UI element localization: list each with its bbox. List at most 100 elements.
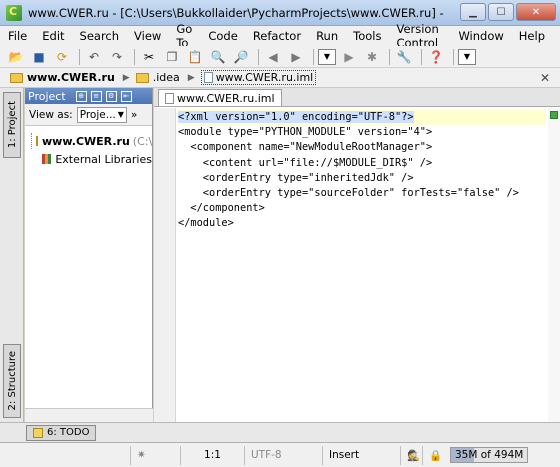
file-encoding[interactable]: UTF-8	[244, 445, 322, 465]
insert-mode[interactable]: Insert	[322, 445, 400, 465]
view-as-value: Proje...	[79, 108, 116, 121]
pycharm-app-icon	[6, 4, 22, 21]
run-config-dropdown[interactable]: ▼	[318, 48, 336, 65]
breadcrumb-project[interactable]: www.CWER.ru	[10, 71, 115, 84]
menu-refactor[interactable]: Refactor	[253, 29, 301, 43]
todo-icon	[33, 427, 43, 438]
breadcrumb-label: .idea	[152, 71, 180, 84]
tree-item-external-libraries[interactable]: External Libraries	[31, 150, 152, 168]
folder-icon	[135, 72, 149, 83]
sync-icon[interactable]: ⟳	[52, 48, 72, 66]
editor-tab-iml[interactable]: www.CWER.ru.iml	[158, 89, 282, 106]
no-errors-indicator[interactable]	[550, 111, 558, 119]
file-icon	[203, 72, 213, 83]
code-line: <content url="file://$MODULE_DIR$" />	[178, 156, 433, 169]
tree-item-label: www.CWER.ru	[42, 134, 130, 148]
memory-indicator[interactable]: 35M of 494M	[444, 446, 529, 465]
project-tree: www.CWER.ru (C:\ External Libraries	[25, 126, 152, 168]
folder-icon	[36, 136, 38, 146]
back-icon[interactable]: ◀	[263, 48, 283, 66]
chevron-right-icon: ▶	[187, 72, 195, 83]
save-icon[interactable]: ■	[29, 48, 49, 66]
tab-label: 2: Structure	[6, 351, 18, 411]
tab-structure[interactable]: 2: Structure	[3, 344, 21, 418]
menu-window[interactable]: Window	[458, 29, 503, 43]
menu-tools[interactable]: Tools	[353, 29, 381, 43]
breadcrumb-file[interactable]: www.CWER.ru.iml	[200, 70, 317, 85]
forward-icon[interactable]: ▶	[286, 48, 306, 66]
tree-item-project-root[interactable]: www.CWER.ru (C:\	[31, 132, 152, 150]
breadcrumb-idea[interactable]: .idea	[135, 71, 180, 84]
breadcrumb-label: www.CWER.ru	[27, 71, 115, 84]
settings-icon[interactable]: 🔧	[394, 48, 414, 66]
window-title: www.CWER.ru - [C:\Users\Bukkollaider\Pyc…	[28, 5, 448, 20]
tab-todo[interactable]: 6: TODO	[26, 424, 97, 441]
minimize-button[interactable]: ▁	[460, 3, 486, 21]
help-icon[interactable]: ❓	[426, 48, 446, 66]
view-as-select[interactable]: Proje... ▼	[76, 106, 127, 123]
navigation-bar: www.CWER.ru ▶ .idea ▶ www.CWER.ru.iml ✕	[0, 68, 560, 88]
close-button[interactable]: ✕	[516, 3, 556, 21]
bottom-tool-strip: 6: TODO	[0, 422, 560, 442]
caret-position[interactable]: 1:1	[180, 445, 244, 465]
memory-usage[interactable]: 35M of 494M	[450, 447, 529, 463]
menu-edit[interactable]: Edit	[42, 29, 64, 43]
cut-icon[interactable]: ✂	[139, 48, 159, 66]
background-tasks-icon[interactable]: ✷	[130, 445, 180, 465]
tab-project[interactable]: 1: Project	[3, 92, 21, 158]
menu-run[interactable]: Run	[316, 29, 338, 43]
toolbar-separator	[313, 48, 314, 65]
code-area[interactable]: <?xml version="1.0" encoding="UTF-8"?> <…	[178, 110, 546, 232]
breadcrumb-label: www.CWER.ru.iml	[215, 71, 314, 84]
copy-icon[interactable]: ❐	[162, 48, 182, 66]
status-bar: ✷ 1:1 UTF-8 Insert 🕵 🔒 35M of 494M	[0, 442, 560, 467]
editor-gutter[interactable]	[154, 108, 176, 422]
menu-code[interactable]: Code	[208, 29, 237, 43]
debug-icon[interactable]: ✱	[362, 48, 382, 66]
settings-panel-icon[interactable]: ⚙	[105, 90, 117, 102]
run-icon[interactable]: ▶	[339, 48, 359, 66]
undo-icon[interactable]: ↶	[84, 48, 104, 66]
code-line: <orderEntry type="sourceFolder" forTests…	[178, 186, 519, 199]
paste-icon[interactable]: 📋	[185, 48, 205, 66]
tab-label: 1: Project	[6, 101, 18, 149]
lock-icon[interactable]: 🔒	[422, 445, 444, 465]
collapse-all-icon[interactable]: ≡	[90, 90, 102, 102]
error-stripe[interactable]	[548, 108, 560, 422]
code-line: </component>	[178, 202, 265, 215]
more-icon[interactable]: »	[131, 109, 137, 121]
editor-tabs: www.CWER.ru.iml	[154, 88, 560, 107]
open-icon[interactable]: 📂	[6, 48, 26, 66]
tab-label: 6: TODO	[47, 427, 90, 438]
toolbar-separator	[389, 48, 390, 65]
toolbar-separator	[421, 48, 422, 65]
replace-icon[interactable]: 🔎	[231, 48, 251, 66]
window-controls: ▁ ☐ ✕	[460, 3, 556, 21]
code-line-text: <?xml version="1.0" encoding="UTF-8"?>	[178, 111, 414, 123]
hide-panel-icon[interactable]: ⇤	[120, 90, 132, 102]
horizontal-scrollbar[interactable]	[25, 408, 153, 422]
toolbar-separator	[258, 48, 259, 65]
menu-help[interactable]: Help	[519, 29, 545, 43]
main-toolbar: 📂 ■ ⟳ ↶ ↷ ✂ ❐ 📋 🔍 🔎 ◀ ▶ ▼ ▶ ✱ 🔧 ❓ ▼	[0, 46, 560, 68]
menu-bar: File Edit Search View Go To Code Refacto…	[0, 22, 560, 50]
maximize-button[interactable]: ☐	[488, 3, 514, 21]
project-panel: Project ⊕ ≡ ⚙ ⇤ View as: Proje... ▼ » ww…	[25, 88, 153, 422]
code-line: <?xml version="1.0" encoding="UTF-8"?>	[178, 110, 546, 126]
editor-panel: www.CWER.ru.iml <?xml version="1.0" enco…	[154, 88, 560, 422]
menu-file[interactable]: File	[8, 29, 27, 43]
chevron-down-icon: ▼	[117, 110, 124, 119]
inspector-icon[interactable]: 🕵	[400, 445, 422, 465]
close-icon[interactable]: ✕	[540, 71, 550, 85]
panel-title: Project	[28, 89, 66, 103]
code-line: <orderEntry type="inheritedJdk" />	[178, 171, 414, 184]
redo-icon[interactable]: ↷	[107, 48, 127, 66]
find-icon[interactable]: 🔍	[208, 48, 228, 66]
chevron-right-icon: ▶	[122, 72, 130, 83]
menu-view[interactable]: View	[134, 29, 161, 43]
toolbar-extra-dropdown[interactable]: ▼	[458, 48, 476, 65]
libraries-icon	[41, 154, 52, 164]
view-as-row: View as: Proje... ▼ »	[25, 104, 152, 126]
sync-panel-icon[interactable]: ⊕	[75, 90, 87, 102]
menu-search[interactable]: Search	[80, 29, 120, 43]
